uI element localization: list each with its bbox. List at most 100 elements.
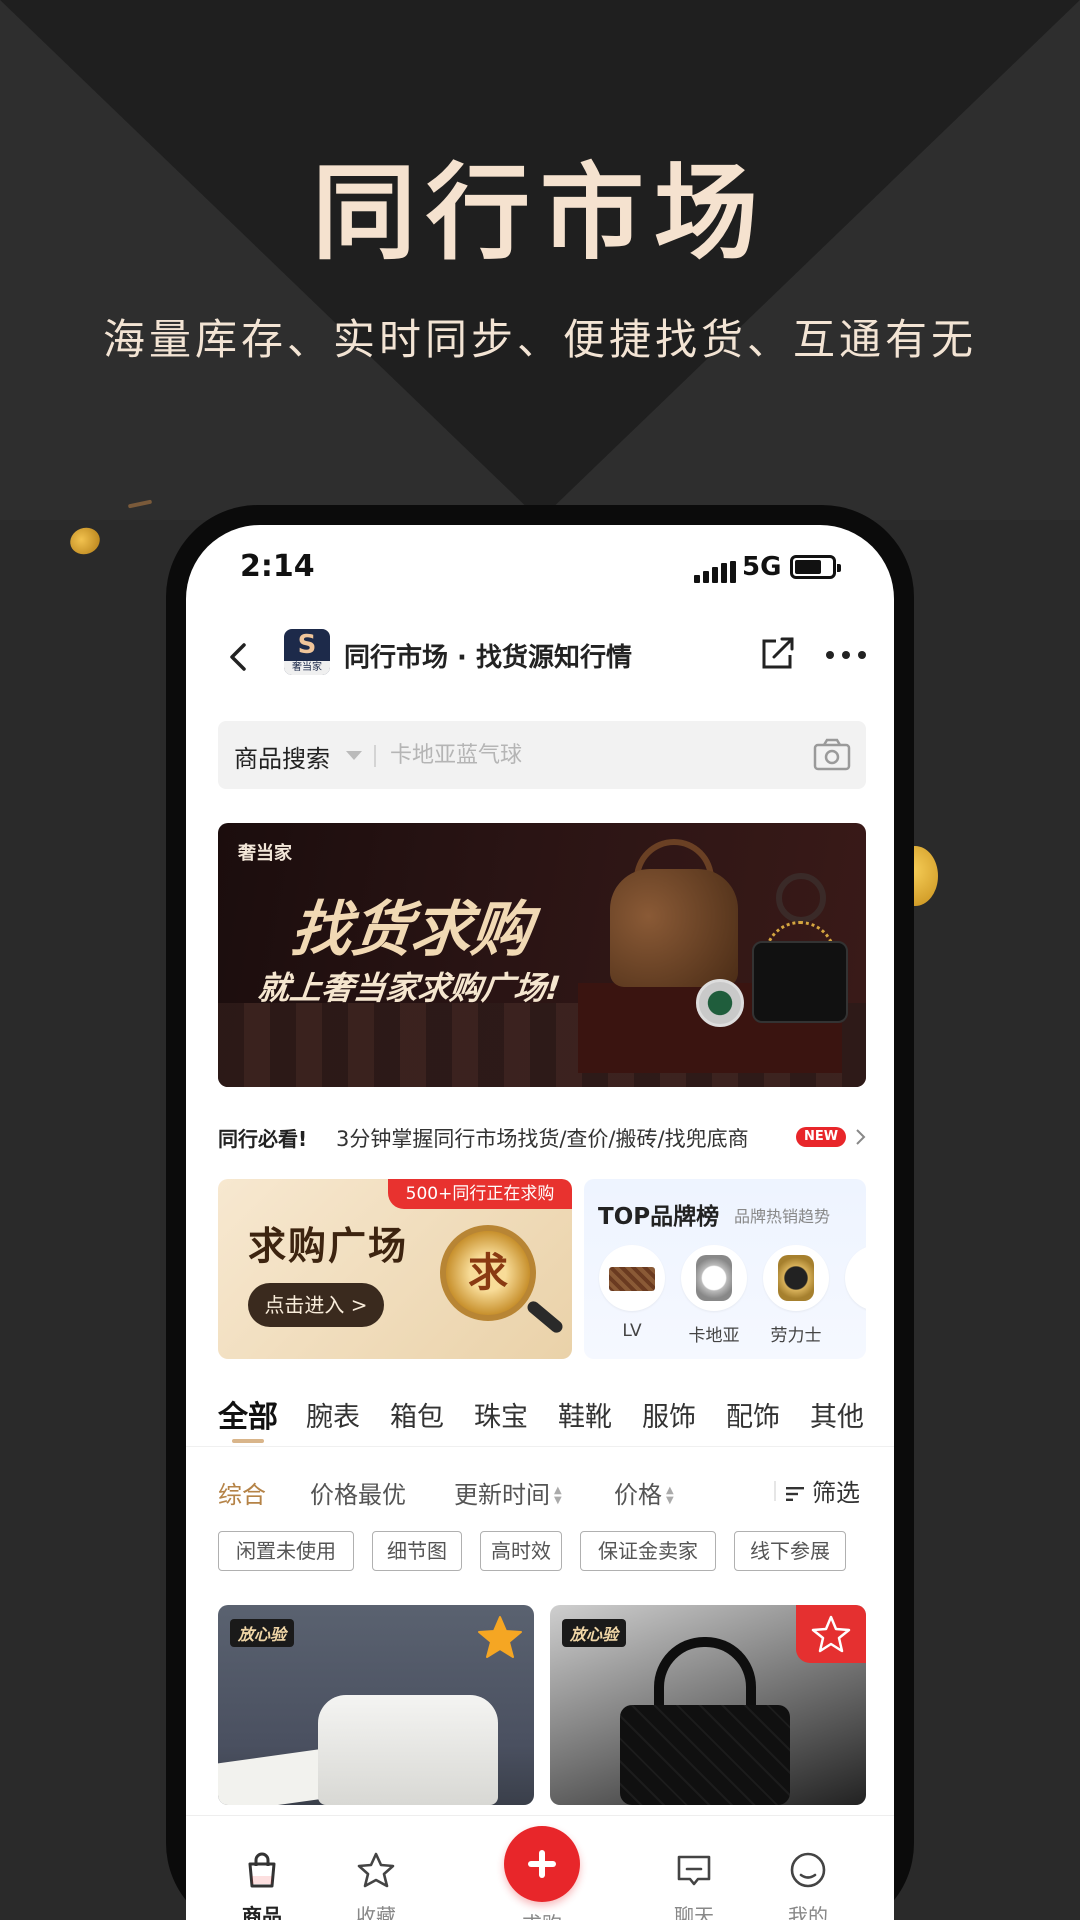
tag-detail-photos[interactable]: 细节图 bbox=[372, 1531, 462, 1571]
product-card[interactable]: 放心验 bbox=[218, 1605, 534, 1805]
search-divider bbox=[374, 745, 376, 767]
buy-request-count-badge: 500+同行正在求购 bbox=[388, 1179, 572, 1209]
verified-badge: 放心验 bbox=[230, 1619, 295, 1647]
chat-icon bbox=[677, 1855, 711, 1886]
user-icon bbox=[790, 1852, 826, 1888]
brand-image bbox=[681, 1245, 747, 1311]
brand-image bbox=[763, 1245, 829, 1311]
brand-item-partial[interactable]: C bbox=[844, 1245, 866, 1341]
sort-update-time-label: 更新时间 bbox=[454, 1481, 550, 1509]
notice-bar[interactable]: 同行必看! 3分钟掌握同行市场找货/查价/搬砖/找兜底商 NEW bbox=[218, 1117, 866, 1157]
plus-icon bbox=[528, 1850, 556, 1878]
promo-banner[interactable]: 奢当家 找货求购 就上奢当家求购广场! bbox=[218, 823, 866, 1087]
search-type-dropdown[interactable]: 商品搜索 bbox=[234, 739, 330, 774]
tab-goods-label: 商品 bbox=[242, 1904, 282, 1920]
promo-subtitle: 海量库存、实时同步、便捷找货、互通有无 bbox=[102, 315, 977, 364]
filter-tags: 闲置未使用 细节图 高时效 保证金卖家 线下参展 bbox=[218, 1531, 878, 1575]
sort-bar: 综合 价格最优 更新时间 ▲ ▼ 价格 ▲ ▼ 筛选 bbox=[186, 1459, 894, 1519]
brand-item-rolex[interactable]: 劳力士 bbox=[762, 1245, 830, 1346]
category-tabs: 全部 腕表 箱包 珠宝 鞋靴 服饰 配饰 其他 bbox=[186, 1387, 894, 1447]
banner-logo: 奢当家 bbox=[238, 843, 292, 864]
tab-apparel[interactable]: 服饰 bbox=[642, 1395, 696, 1434]
phone-frame: 2:14 5G S 奢当家 同行市场 · 找货源知行情 商品搜索 卡地亚蓝气球 … bbox=[166, 505, 914, 1920]
tab-buy-request-label: 求购 bbox=[492, 1908, 592, 1920]
sort-arrows-icon: ▲ ▼ bbox=[666, 1485, 674, 1506]
tab-shoes[interactable]: 鞋靴 bbox=[558, 1395, 612, 1434]
new-badge: NEW bbox=[796, 1127, 846, 1147]
enter-button[interactable]: 点击进入 > bbox=[248, 1283, 384, 1327]
brand-image bbox=[599, 1245, 665, 1311]
tag-offline-exhibit[interactable]: 线下参展 bbox=[734, 1531, 846, 1571]
tab-chat[interactable]: 聊天 bbox=[644, 1850, 744, 1920]
star-icon bbox=[357, 1852, 395, 1888]
product-image bbox=[318, 1695, 498, 1805]
battery-icon bbox=[790, 555, 841, 579]
sort-price-label: 价格 bbox=[614, 1481, 662, 1509]
status-bar: 2:14 5G bbox=[186, 525, 894, 615]
tag-deposit-seller[interactable]: 保证金卖家 bbox=[580, 1531, 716, 1571]
search-input[interactable] bbox=[390, 735, 790, 775]
tab-bags[interactable]: 箱包 bbox=[390, 1395, 444, 1434]
tab-others[interactable]: 其他 bbox=[810, 1395, 864, 1434]
tab-favorites[interactable]: 收藏 bbox=[326, 1850, 426, 1920]
buy-request-plaza-card[interactable]: 500+同行正在求购 求购广场 点击进入 > 求 bbox=[218, 1179, 572, 1359]
tab-goods[interactable]: 商品 bbox=[212, 1850, 312, 1920]
brand-label: 卡地亚 bbox=[688, 1326, 740, 1346]
notice-label: 同行必看! bbox=[218, 1127, 308, 1151]
banner-subline: 就上奢当家求购广场! bbox=[255, 969, 563, 1007]
brand-label: 劳力士 bbox=[770, 1326, 822, 1346]
more-button[interactable] bbox=[822, 635, 870, 675]
sort-update-time[interactable]: 更新时间 ▲ ▼ bbox=[454, 1475, 562, 1510]
filter-icon bbox=[786, 1487, 804, 1501]
logo-text: 奢当家 bbox=[284, 661, 330, 675]
tab-active-indicator bbox=[232, 1439, 264, 1443]
tab-favorites-label: 收藏 bbox=[356, 1904, 396, 1920]
brand-item-cartier[interactable]: 卡地亚 bbox=[680, 1245, 748, 1346]
brand-item-lv[interactable]: LV bbox=[598, 1245, 666, 1341]
nav-bar: S 奢当家 同行市场 · 找货源知行情 bbox=[186, 617, 894, 697]
camera-icon[interactable] bbox=[812, 737, 852, 773]
top-brands-title: TOP品牌榜 bbox=[598, 1204, 720, 1230]
bottom-tab-bar: 商品 收藏 求购 聊天 bbox=[186, 1815, 894, 1920]
tab-mine[interactable]: 我的 bbox=[758, 1850, 858, 1920]
sort-best-price[interactable]: 价格最优 bbox=[310, 1475, 406, 1510]
buy-request-fab[interactable] bbox=[504, 1826, 580, 1902]
promo-title: 同行市场 bbox=[311, 152, 768, 274]
tab-mine-label: 我的 bbox=[788, 1904, 828, 1920]
tab-chat-label: 聊天 bbox=[674, 1904, 714, 1920]
tab-all[interactable]: 全部 bbox=[218, 1392, 278, 1436]
shopping-bag-icon bbox=[248, 1852, 276, 1888]
verified-badge: 放心验 bbox=[562, 1619, 627, 1647]
chevron-down-icon bbox=[346, 751, 362, 760]
sort-price[interactable]: 价格 ▲ ▼ bbox=[614, 1475, 674, 1510]
sort-arrows-icon: ▲ ▼ bbox=[554, 1485, 562, 1506]
filter-divider bbox=[774, 1481, 776, 1501]
tab-watches[interactable]: 腕表 bbox=[306, 1395, 360, 1434]
share-button[interactable] bbox=[758, 633, 798, 673]
top-brands-card[interactable]: TOP品牌榜 品牌热销趋势 LV 卡地亚 劳力士 C bbox=[584, 1179, 866, 1359]
search-bar: 商品搜索 bbox=[218, 721, 866, 789]
brand-image bbox=[845, 1245, 866, 1311]
banner-headline: 找货求购 bbox=[287, 895, 536, 965]
tag-unused[interactable]: 闲置未使用 bbox=[218, 1531, 354, 1571]
favorite-star-icon[interactable] bbox=[474, 1611, 526, 1663]
favorite-star-icon[interactable] bbox=[796, 1605, 866, 1663]
magnifier-icon: 求 bbox=[440, 1225, 536, 1321]
brand-label: LV bbox=[622, 1321, 642, 1341]
product-image bbox=[620, 1705, 790, 1805]
brand-label: C bbox=[844, 1321, 866, 1341]
tab-accessories[interactable]: 配饰 bbox=[726, 1395, 780, 1434]
signal-icon bbox=[694, 561, 736, 583]
tab-jewelry[interactable]: 珠宝 bbox=[474, 1395, 528, 1434]
logo-s-icon: S bbox=[297, 630, 317, 660]
filter-label: 筛选 bbox=[812, 1479, 860, 1507]
product-card[interactable]: 放心验 bbox=[550, 1605, 866, 1805]
back-button[interactable] bbox=[218, 637, 258, 677]
sort-comprehensive[interactable]: 综合 bbox=[218, 1475, 266, 1510]
coin-decor-left bbox=[66, 523, 104, 559]
bag-image bbox=[610, 869, 738, 987]
tag-high-timeliness[interactable]: 高时效 bbox=[480, 1531, 562, 1571]
top-brands-subtitle: 品牌热销趋势 bbox=[734, 1207, 831, 1226]
filter-button[interactable]: 筛选 bbox=[786, 1473, 860, 1508]
notice-text: 3分钟掌握同行市场找货/查价/搬砖/找兜底商 bbox=[336, 1127, 749, 1151]
